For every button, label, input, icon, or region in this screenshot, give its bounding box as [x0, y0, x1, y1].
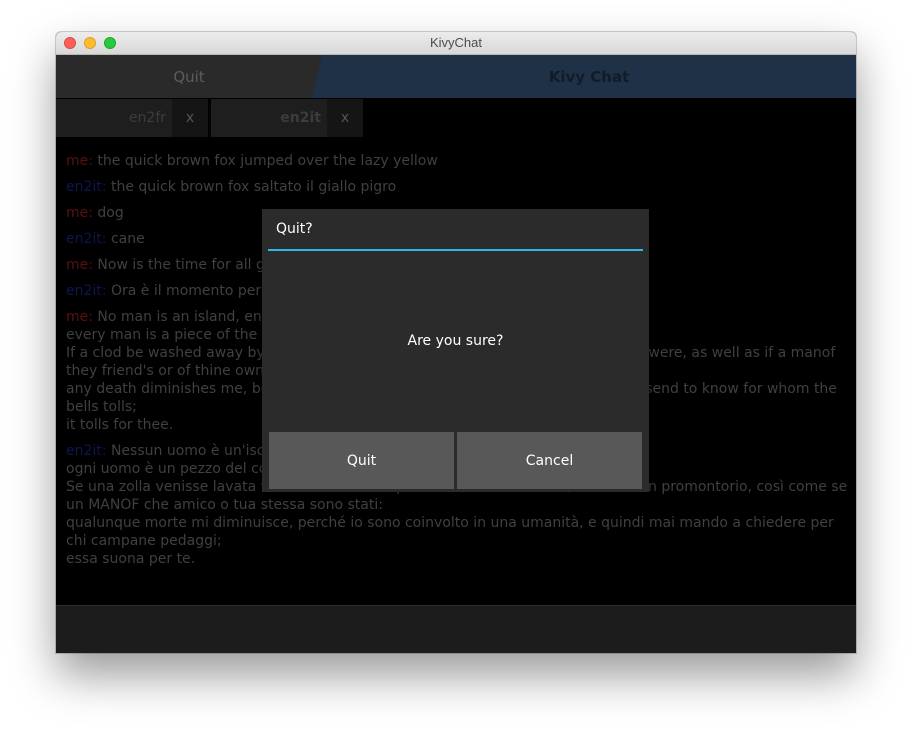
chat-message: en2it: the quick brown fox saltato il gi…: [66, 178, 851, 196]
sender-label: me:: [66, 153, 93, 169]
sender-label: me:: [66, 309, 93, 325]
lang-tab-en2fr[interactable]: en2fr x: [56, 99, 208, 137]
app-window: KivyChat Quit Kivy Chat en2fr x en2it x …: [56, 32, 856, 653]
close-tab-button[interactable]: x: [172, 99, 208, 137]
message-input-bar[interactable]: [56, 605, 856, 653]
sender-label: en2it:: [66, 283, 107, 299]
dialog-title-divider: [268, 249, 643, 251]
message-text: the quick brown fox jumped over the lazy…: [97, 153, 438, 169]
sender-label: en2it:: [66, 179, 107, 195]
lang-tab-label: en2it: [280, 110, 321, 126]
dialog-message: Are you sure?: [407, 333, 504, 349]
message-text: cane: [110, 231, 145, 247]
quit-tab-button[interactable]: Quit: [56, 55, 322, 98]
message-text: dog: [97, 205, 124, 221]
lang-tab-label: en2fr: [128, 110, 166, 126]
quit-button[interactable]: Quit: [269, 432, 454, 489]
sender-label: en2it:: [66, 443, 107, 459]
top-action-bar: Quit Kivy Chat: [56, 55, 856, 98]
dialog-title: Quit?: [276, 221, 313, 237]
sender-label: me:: [66, 257, 93, 273]
window-title: KivyChat: [429, 35, 483, 50]
chat-message: me: the quick brown fox jumped over the …: [66, 152, 851, 170]
close-tab-button[interactable]: x: [327, 99, 363, 137]
window-titlebar: KivyChat: [56, 32, 856, 55]
app-title-bar: Kivy Chat: [322, 55, 856, 98]
lang-tab-en2it[interactable]: en2it x: [211, 99, 363, 137]
cancel-button[interactable]: Cancel: [457, 432, 642, 489]
message-text: the quick brown fox saltato il giallo pi…: [110, 179, 397, 195]
sender-label: en2it:: [66, 231, 107, 247]
sender-label: me:: [66, 205, 93, 221]
quit-dialog: Quit? Are you sure? Quit Cancel: [262, 209, 649, 492]
